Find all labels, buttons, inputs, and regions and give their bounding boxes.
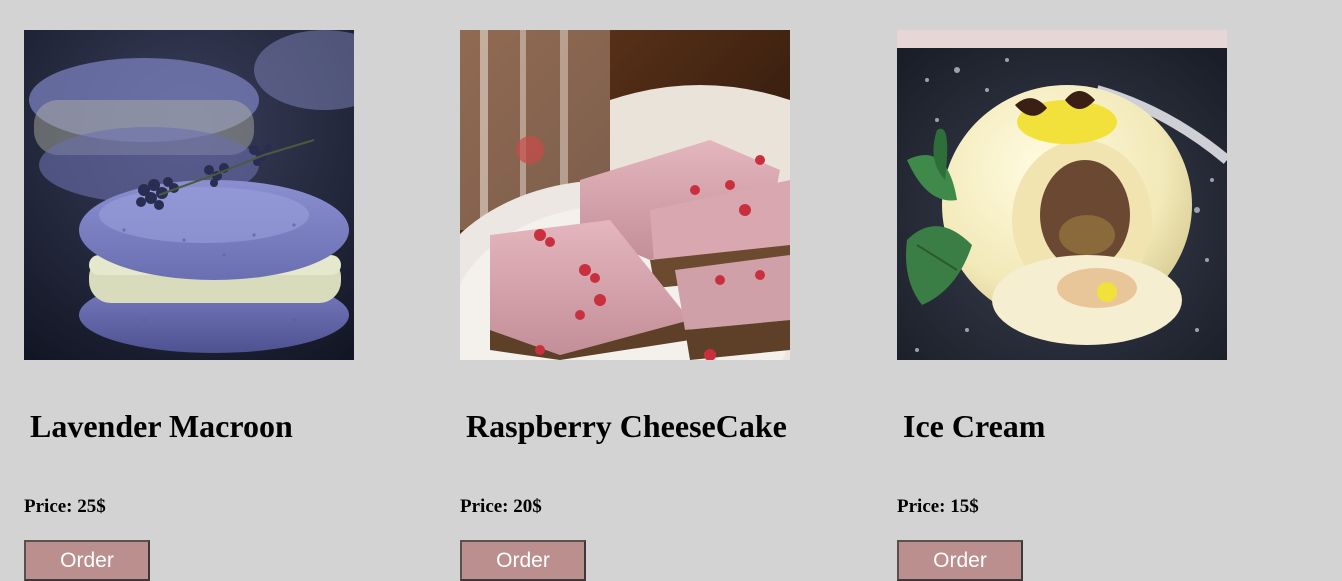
product-card: Raspberry CheeseCake Price: 20$ Order [460, 30, 860, 581]
lavender-macaron-image [24, 30, 354, 360]
raspberry-cheesecake-image [460, 30, 790, 360]
product-price: Price: 15$ [897, 496, 979, 517]
product-card: Ice Cream Price: 15$ Order [897, 30, 1297, 581]
ice-cream-image [897, 30, 1227, 360]
product-price: Price: 25$ [24, 496, 106, 517]
order-button[interactable]: Order [897, 540, 1023, 581]
product-price: Price: 20$ [460, 496, 542, 517]
product-card: Lavender Macroon Price: 25$ Order [24, 30, 424, 581]
order-button[interactable]: Order [460, 540, 586, 581]
product-name: Lavender Macroon [30, 408, 293, 444]
product-name: Raspberry CheeseCake [466, 408, 787, 444]
order-button[interactable]: Order [24, 540, 150, 581]
product-name: Ice Cream [903, 408, 1046, 444]
